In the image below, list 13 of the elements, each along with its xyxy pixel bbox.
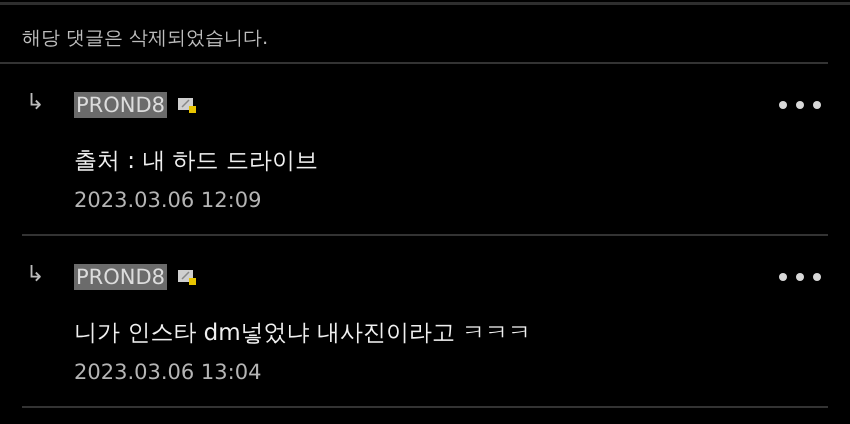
- reply-arrow: ↳: [25, 89, 46, 117]
- comment-text: 출처 : 내 하드 드라이브: [74, 147, 319, 176]
- comment-text: 니가 인스타 dm넣었냐 내사진이라고 ㅋㅋㅋ: [74, 319, 532, 348]
- memo-icon: [177, 268, 198, 286]
- reply-arrow: ↳: [25, 261, 46, 289]
- username[interactable]: PROND8: [74, 92, 168, 118]
- comment-date: 2023.03.06 13:04: [74, 360, 262, 384]
- username[interactable]: PROND8: [74, 264, 168, 290]
- memo-icon: [177, 96, 198, 114]
- more-options-icon[interactable]: [778, 272, 822, 282]
- more-options-icon[interactable]: [778, 100, 822, 110]
- comment-date: 2023.03.06 12:09: [74, 188, 262, 212]
- deleted-comment-notice: 해당 댓글은 삭제되었습니다.: [0, 5, 828, 64]
